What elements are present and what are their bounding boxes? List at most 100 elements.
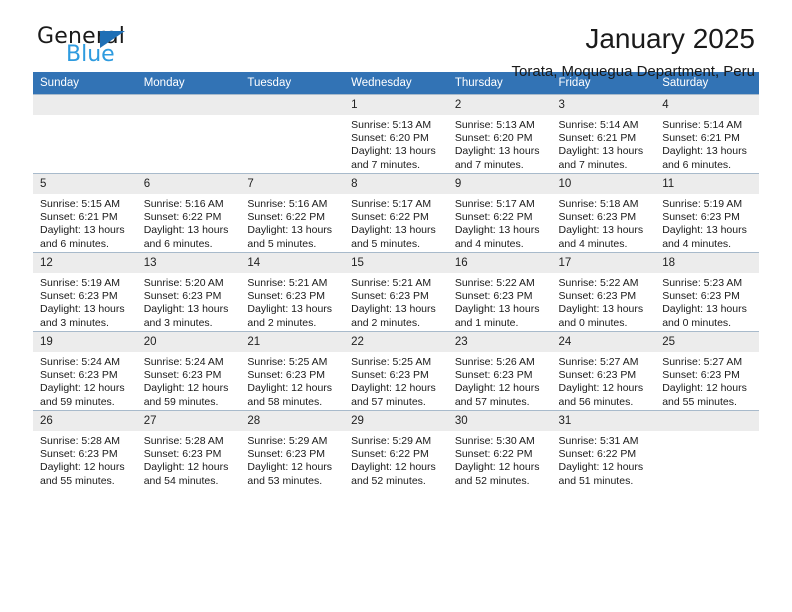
calendar-day-cell[interactable]: 10 Sunrise: 5:18 AM Sunset: 6:23 PM Dayl… (551, 173, 656, 253)
calendar-day-cell[interactable]: 26 Sunrise: 5:28 AM Sunset: 6:23 PM Dayl… (33, 410, 137, 489)
calendar-day-cell[interactable]: 2 Sunrise: 5:13 AM Sunset: 6:20 PM Dayli… (447, 94, 552, 174)
sunrise-text: Sunrise: 5:28 AM (40, 435, 120, 447)
calendar-day-cell[interactable]: 16 Sunrise: 5:22 AM Sunset: 6:23 PM Dayl… (447, 252, 552, 332)
calendar-day-cell[interactable]: 4 Sunrise: 5:14 AM Sunset: 6:21 PM Dayli… (655, 94, 759, 174)
day-number: 19 (33, 332, 137, 352)
calendar-day-cell[interactable]: 29 Sunrise: 5:29 AM Sunset: 6:22 PM Dayl… (344, 410, 448, 489)
calendar-day-cell[interactable]: 18 Sunrise: 5:23 AM Sunset: 6:23 PM Dayl… (655, 252, 759, 332)
sunrise-text: Sunrise: 5:25 AM (351, 356, 432, 368)
day-number: 29 (344, 411, 448, 431)
calendar-day-cell[interactable]: 3 Sunrise: 5:14 AM Sunset: 6:21 PM Dayli… (551, 94, 656, 174)
day-details: Sunrise: 5:26 AM Sunset: 6:23 PM Dayligh… (448, 352, 552, 409)
day-details: Sunrise: 5:16 AM Sunset: 6:22 PM Dayligh… (240, 194, 344, 251)
daylight-text-line1: Daylight: 13 hours (40, 224, 125, 237)
calendar-day-cell[interactable]: 20 Sunrise: 5:24 AM Sunset: 6:23 PM Dayl… (136, 331, 241, 411)
weekday-header-monday: Monday (136, 72, 241, 95)
calendar-day-cell[interactable]: 30 Sunrise: 5:30 AM Sunset: 6:22 PM Dayl… (447, 410, 552, 489)
calendar-day-cell[interactable]: 5 Sunrise: 5:15 AM Sunset: 6:21 PM Dayli… (33, 173, 137, 253)
daylight-text-line1: Daylight: 13 hours (351, 303, 436, 316)
day-number (655, 411, 759, 431)
day-details: Sunrise: 5:17 AM Sunset: 6:22 PM Dayligh… (448, 194, 552, 251)
calendar-day-cell[interactable]: 31 Sunrise: 5:31 AM Sunset: 6:22 PM Dayl… (551, 410, 656, 489)
day-details: Sunrise: 5:25 AM Sunset: 6:23 PM Dayligh… (344, 352, 448, 409)
calendar-day-cell[interactable]: 15 Sunrise: 5:21 AM Sunset: 6:23 PM Dayl… (344, 252, 448, 332)
calendar-day-cell[interactable]: 14 Sunrise: 5:21 AM Sunset: 6:23 PM Dayl… (240, 252, 345, 332)
sunset-text: Sunset: 6:23 PM (143, 290, 222, 303)
day-number: 17 (551, 253, 656, 273)
calendar-day-cell[interactable]: 19 Sunrise: 5:24 AM Sunset: 6:23 PM Dayl… (33, 331, 137, 411)
daylight-text-line1: Daylight: 12 hours (351, 461, 436, 474)
calendar-day-cell[interactable]: 12 Sunrise: 5:19 AM Sunset: 6:23 PM Dayl… (33, 252, 137, 332)
calendar-day-cell[interactable]: 6 Sunrise: 5:16 AM Sunset: 6:22 PM Dayli… (136, 173, 241, 253)
day-details: Sunrise: 5:16 AM Sunset: 6:22 PM Dayligh… (137, 194, 241, 251)
calendar-day-cell[interactable]: 21 Sunrise: 5:25 AM Sunset: 6:23 PM Dayl… (240, 331, 345, 411)
day-details (655, 431, 759, 435)
daylight-text-line2: and 5 minutes. (247, 237, 317, 250)
day-number: 6 (136, 174, 241, 194)
sunrise-text: Sunrise: 5:21 AM (247, 277, 328, 289)
daylight-text-line1: Daylight: 13 hours (247, 303, 333, 316)
day-details: Sunrise: 5:24 AM Sunset: 6:23 PM Dayligh… (33, 352, 137, 409)
page-title: January 2025 (585, 23, 755, 54)
day-details: Sunrise: 5:20 AM Sunset: 6:23 PM Dayligh… (137, 273, 241, 330)
daylight-text-line1: Daylight: 12 hours (143, 461, 229, 474)
sunrise-text: Sunrise: 5:31 AM (558, 435, 639, 447)
daylight-text-line1: Daylight: 13 hours (247, 224, 333, 237)
daylight-text-line2: and 7 minutes. (558, 158, 628, 171)
calendar-day-cell[interactable]: 24 Sunrise: 5:27 AM Sunset: 6:23 PM Dayl… (551, 331, 656, 411)
sunrise-text: Sunrise: 5:16 AM (143, 198, 224, 210)
daylight-text-line2: and 51 minutes. (558, 474, 634, 487)
calendar-day-cell[interactable]: 11 Sunrise: 5:19 AM Sunset: 6:23 PM Dayl… (655, 173, 759, 253)
sunrise-text: Sunrise: 5:22 AM (454, 277, 535, 289)
sunset-text: Sunset: 6:23 PM (662, 211, 740, 224)
general-blue-logo[interactable]: General Blue (37, 26, 167, 74)
sunrise-text: Sunrise: 5:16 AM (247, 198, 328, 210)
day-details: Sunrise: 5:22 AM Sunset: 6:23 PM Dayligh… (448, 273, 552, 330)
calendar-day-cell[interactable]: 9 Sunrise: 5:17 AM Sunset: 6:22 PM Dayli… (447, 173, 552, 253)
daylight-text-line2: and 59 minutes. (143, 395, 219, 408)
day-details: Sunrise: 5:14 AM Sunset: 6:21 PM Dayligh… (552, 115, 656, 172)
day-details: Sunrise: 5:13 AM Sunset: 6:20 PM Dayligh… (344, 115, 448, 172)
calendar-day-cell[interactable]: 25 Sunrise: 5:27 AM Sunset: 6:23 PM Dayl… (655, 331, 759, 411)
day-details: Sunrise: 5:30 AM Sunset: 6:22 PM Dayligh… (448, 431, 552, 488)
sunset-text: Sunset: 6:23 PM (558, 211, 637, 224)
sunset-text: Sunset: 6:23 PM (662, 369, 740, 382)
calendar-day-cell[interactable]: 22 Sunrise: 5:25 AM Sunset: 6:23 PM Dayl… (344, 331, 448, 411)
calendar-day-cell[interactable]: 7 Sunrise: 5:16 AM Sunset: 6:22 PM Dayli… (240, 173, 345, 253)
daylight-text-line2: and 3 minutes. (40, 316, 109, 329)
calendar-day-cell[interactable]: 8 Sunrise: 5:17 AM Sunset: 6:22 PM Dayli… (344, 173, 448, 253)
calendar-day-cell[interactable]: 1 Sunrise: 5:13 AM Sunset: 6:20 PM Dayli… (344, 94, 448, 174)
sunrise-text: Sunrise: 5:24 AM (143, 356, 224, 368)
daylight-text-line1: Daylight: 12 hours (40, 461, 125, 474)
weekday-header-tuesday: Tuesday (240, 72, 345, 95)
daylight-text-line1: Daylight: 13 hours (558, 303, 644, 316)
daylight-text-line2: and 55 minutes. (40, 474, 115, 487)
daylight-text-line1: Daylight: 13 hours (558, 224, 644, 237)
calendar-day-cell[interactable]: 17 Sunrise: 5:22 AM Sunset: 6:23 PM Dayl… (551, 252, 656, 332)
logo-text-blue: Blue (66, 42, 115, 67)
sunset-text: Sunset: 6:23 PM (143, 369, 222, 382)
daylight-text-line2: and 0 minutes. (662, 316, 732, 329)
day-number: 13 (136, 253, 241, 273)
day-details: Sunrise: 5:23 AM Sunset: 6:23 PM Dayligh… (655, 273, 759, 330)
sunrise-text: Sunrise: 5:14 AM (558, 119, 639, 131)
sunset-text: Sunset: 6:21 PM (40, 211, 118, 224)
daylight-text-line2: and 57 minutes. (351, 395, 426, 408)
daylight-text-line2: and 7 minutes. (351, 158, 420, 171)
daylight-text-line2: and 57 minutes. (454, 395, 530, 408)
day-number: 14 (240, 253, 345, 273)
sunrise-text: Sunrise: 5:26 AM (454, 356, 535, 368)
sunset-text: Sunset: 6:23 PM (454, 290, 533, 303)
day-details: Sunrise: 5:19 AM Sunset: 6:23 PM Dayligh… (655, 194, 759, 251)
calendar-day-cell[interactable]: 13 Sunrise: 5:20 AM Sunset: 6:23 PM Dayl… (136, 252, 241, 332)
day-number: 23 (447, 332, 552, 352)
sunset-text: Sunset: 6:23 PM (40, 448, 118, 461)
day-number: 28 (240, 411, 345, 431)
calendar-day-cell[interactable]: 27 Sunrise: 5:28 AM Sunset: 6:23 PM Dayl… (136, 410, 241, 489)
calendar-day-cell[interactable]: 23 Sunrise: 5:26 AM Sunset: 6:23 PM Dayl… (447, 331, 552, 411)
day-details: Sunrise: 5:29 AM Sunset: 6:23 PM Dayligh… (240, 431, 344, 488)
sunrise-text: Sunrise: 5:13 AM (351, 119, 432, 131)
sunset-text: Sunset: 6:23 PM (454, 369, 533, 382)
calendar-page: General Blue January 2025 Torata, Moqueg… (0, 0, 792, 612)
calendar-day-cell[interactable]: 28 Sunrise: 5:29 AM Sunset: 6:23 PM Dayl… (240, 410, 345, 489)
